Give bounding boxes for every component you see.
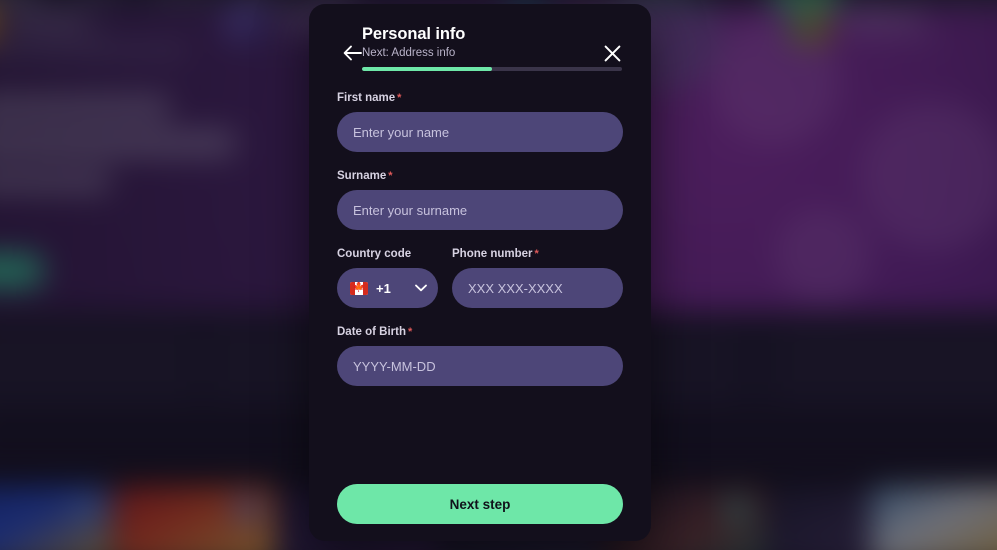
- phone-number-label: Phone number *: [452, 247, 623, 262]
- required-marker: *: [534, 248, 539, 260]
- personal-info-form: First name* Surname* Country code 🍁: [328, 91, 632, 484]
- next-step-hint: Next: Address info: [362, 47, 456, 59]
- country-code-value: +1: [376, 280, 391, 296]
- phone-field-group: Country code 🍁 +1 Phone number * XXX XXX…: [337, 247, 623, 308]
- page-title: Personal info: [362, 25, 466, 43]
- date-of-birth-label-text: Date of Birth: [337, 326, 406, 338]
- phone-number-input[interactable]: [452, 268, 623, 308]
- arrow-left-icon: [343, 45, 362, 61]
- required-marker: *: [408, 326, 413, 338]
- back-button[interactable]: [341, 42, 363, 64]
- first-name-field-group: First name *: [337, 91, 623, 152]
- surname-input[interactable]: [337, 190, 623, 230]
- maple-leaf-glyph: 🍁: [352, 282, 366, 293]
- date-of-birth-input[interactable]: [337, 346, 623, 386]
- country-code-label: Country code: [337, 248, 412, 260]
- first-name-label-text: First name: [337, 92, 396, 104]
- first-name-label: First name *: [337, 91, 623, 106]
- modal-header: Personal info Next: Address info: [328, 24, 632, 71]
- surname-field-group: Surname *: [337, 169, 623, 230]
- country-code-select[interactable]: 🍁 +1: [337, 268, 438, 308]
- progress-bar-fill: [362, 67, 492, 71]
- close-button[interactable]: [600, 41, 624, 65]
- chevron-down-icon: [415, 284, 427, 292]
- next-step-button[interactable]: Next step: [337, 484, 623, 524]
- screen: Personal info Next: Address info First n…: [0, 0, 997, 550]
- surname-label: Surname *: [337, 169, 623, 184]
- personal-info-modal: Personal info Next: Address info First n…: [309, 4, 651, 541]
- date-of-birth-label: Date of Birth *: [337, 325, 623, 340]
- required-marker: *: [397, 92, 402, 104]
- date-of-birth-field-group: Date of Birth *: [337, 325, 623, 386]
- first-name-input[interactable]: [337, 112, 623, 152]
- close-icon: [604, 45, 620, 61]
- modal-header-text: Personal info Next: Address info: [328, 24, 632, 61]
- country-code-group: Country code 🍁 +1: [337, 247, 438, 308]
- surname-label-text: Surname: [337, 170, 387, 182]
- required-marker: *: [388, 170, 393, 182]
- phone-number-label-text: Phone number: [452, 248, 533, 260]
- progress-bar: [362, 67, 622, 71]
- phone-number-group: Phone number *: [452, 247, 623, 308]
- modal-footer: Next step: [328, 484, 632, 541]
- canada-flag-icon: 🍁: [350, 281, 368, 295]
